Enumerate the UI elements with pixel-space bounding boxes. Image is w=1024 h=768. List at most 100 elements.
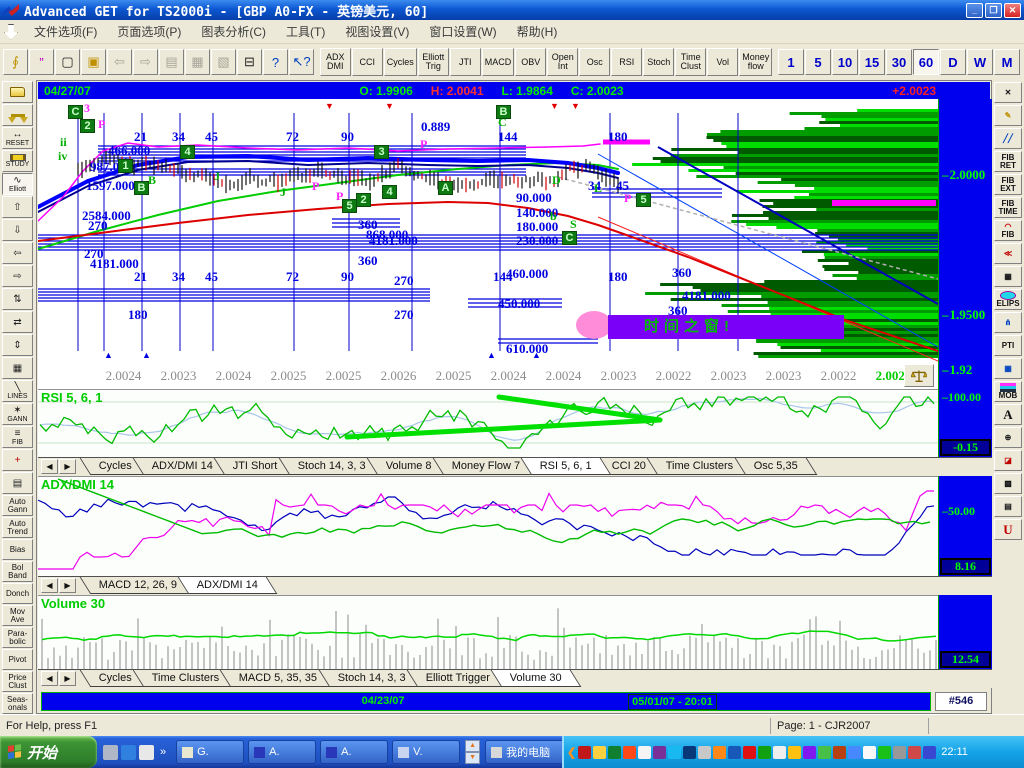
menu-item-6[interactable]: 窗口设置(W) xyxy=(419,19,506,44)
tab-scroll-right-icon[interactable]: ▶ xyxy=(59,578,76,593)
timeframe-button-1[interactable]: 1 xyxy=(778,49,804,75)
quicklaunch-icon-2[interactable] xyxy=(121,745,136,760)
magnet-icon[interactable]: U xyxy=(994,519,1022,540)
study-button-mov-ave[interactable]: Mov Ave xyxy=(2,605,33,626)
compress-icon[interactable]: ⇕ xyxy=(2,334,33,356)
volume-plot-area[interactable]: Volume 30 xyxy=(38,595,938,669)
indicator-button-money-flow[interactable]: Money flow xyxy=(739,48,772,76)
tray-icon-18[interactable] xyxy=(833,746,846,759)
fib-extension-icon[interactable]: FIB EXT xyxy=(994,174,1022,195)
task-button-4[interactable]: V. xyxy=(392,740,460,764)
tab-scroll-left-icon[interactable]: ◀ xyxy=(41,578,58,593)
tab-scroll-left-icon[interactable]: ◀ xyxy=(41,459,58,474)
tray-icon-14[interactable] xyxy=(773,746,786,759)
fib-retracement-icon[interactable]: FIB RET xyxy=(994,151,1022,172)
study-button-seas--onals[interactable]: Seas- onals xyxy=(2,693,33,714)
delete-tool-icon[interactable]: ✕ xyxy=(994,82,1022,103)
date-scroll-bar[interactable]: 04/23/07 05/01/07 - 20:01 xyxy=(41,692,931,711)
tray-icon-2[interactable] xyxy=(593,746,606,759)
volume-panel[interactable]: Volume 30 12.54 xyxy=(38,595,992,669)
fib-circle-icon[interactable]: ◠FIB xyxy=(994,220,1022,241)
indicator-button-stoch[interactable]: Stoch xyxy=(643,48,674,76)
lines-icon[interactable]: ╲LINES xyxy=(2,380,33,402)
indicator-button-rsi[interactable]: RSI xyxy=(611,48,642,76)
study-button-donch[interactable]: Donch xyxy=(2,583,33,604)
tab-rsi-5-6-1[interactable]: RSI 5, 6, 1 xyxy=(521,458,612,475)
tab-volume-30[interactable]: Volume 30 xyxy=(491,670,582,687)
new-page-icon[interactable]: ▢ xyxy=(55,49,80,75)
tab-osc-5-35[interactable]: Osc 5,35 xyxy=(734,458,817,475)
arrow-up-icon[interactable]: ⇧ xyxy=(2,196,33,218)
grid-dots-icon[interactable]: ▦ xyxy=(2,357,33,379)
adx-panel[interactable]: ADX/DMI 14 50.00 8.16 xyxy=(38,476,992,576)
pages-icon[interactable]: ▤ xyxy=(994,496,1022,517)
eraser-icon[interactable]: ◪ xyxy=(994,450,1022,471)
properties-icon[interactable]: ▤ xyxy=(2,472,33,494)
tray-collapse-icon[interactable]: ❮ xyxy=(567,746,576,759)
ellipse-icon[interactable]: ELIPS xyxy=(994,289,1022,310)
arrow-right-icon[interactable]: ⇨ xyxy=(2,265,33,287)
pti-icon[interactable]: PTI xyxy=(994,335,1022,356)
pin-icon[interactable] xyxy=(4,24,18,40)
price-plot-area[interactable]: 时间之窗! 21344572900.8891441802134457290144… xyxy=(38,99,938,363)
study-button-pivot[interactable]: Pivot xyxy=(2,649,33,670)
task-button-3[interactable]: A. xyxy=(320,740,388,764)
tray-icon-22[interactable] xyxy=(893,746,906,759)
tray-icon-12[interactable] xyxy=(743,746,756,759)
tray-icon-11[interactable] xyxy=(728,746,741,759)
tab-scroll-right-icon[interactable]: ▶ xyxy=(59,459,76,474)
context-help-icon[interactable]: ↖? xyxy=(289,49,314,75)
rsi-panel[interactable]: RSI 5, 6, 1 100.00 -0.15 xyxy=(38,389,992,457)
close-button[interactable]: ✕ xyxy=(1004,3,1021,18)
task-button-2[interactable]: A. xyxy=(248,740,316,764)
quote-icon[interactable]: ” xyxy=(29,49,54,75)
rsi-plot-area[interactable]: RSI 5, 6, 1 xyxy=(38,389,938,457)
scales-icon[interactable] xyxy=(2,104,33,126)
expand-horizontal-icon[interactable]: ⇄ xyxy=(2,311,33,333)
tray-icon-19[interactable] xyxy=(848,746,861,759)
indicator-button-elliott-trig[interactable]: Elliott Trig xyxy=(418,48,449,76)
mob-icon[interactable]: MOB xyxy=(994,381,1022,402)
timeframe-button-30[interactable]: 30 xyxy=(886,49,912,75)
menu-item-1[interactable]: 文件选项(F) xyxy=(24,19,107,44)
reset-icon[interactable]: ↔RESET xyxy=(2,127,33,149)
tray-icon-1[interactable] xyxy=(578,746,591,759)
start-button[interactable]: 开始 xyxy=(0,736,97,768)
menu-item-7[interactable]: 帮助(H) xyxy=(507,19,568,44)
timeframe-button-5[interactable]: 5 xyxy=(805,49,831,75)
indicator-button-jti[interactable]: JTI xyxy=(450,48,481,76)
tray-icon-5[interactable] xyxy=(638,746,651,759)
arrow-left-icon[interactable]: ⇦ xyxy=(2,242,33,264)
timeframe-button-15[interactable]: 15 xyxy=(859,49,885,75)
study-button-auto-trend[interactable]: Auto Trend xyxy=(2,517,33,538)
study-button-price-clust[interactable]: Price Clust xyxy=(2,671,33,692)
expand-vertical-icon[interactable]: ⇅ xyxy=(2,288,33,310)
indicator-button-cci[interactable]: CCI xyxy=(352,48,383,76)
indicator-button-vol[interactable]: Vol xyxy=(707,48,738,76)
tray-icon-4[interactable] xyxy=(623,746,636,759)
tray-icon-20[interactable] xyxy=(863,746,876,759)
grid-tool-icon[interactable]: ▦ xyxy=(994,266,1022,287)
tray-icon-21[interactable] xyxy=(878,746,891,759)
minimize-button[interactable]: _ xyxy=(966,3,983,18)
help-icon[interactable]: ? xyxy=(263,49,288,75)
pencil-icon[interactable]: ✎ xyxy=(994,105,1022,126)
tray-icon-8[interactable] xyxy=(683,746,696,759)
arrow-down-icon[interactable]: ⇩ xyxy=(2,219,33,241)
menu-item-4[interactable]: 工具(T) xyxy=(276,19,335,44)
adx-plot-area[interactable]: ADX/DMI 14 xyxy=(38,476,938,576)
study-button-auto-gann[interactable]: Auto Gann xyxy=(2,495,33,516)
study-button-para--bolic[interactable]: Para- bolic xyxy=(2,627,33,648)
indicator-button-osc[interactable]: Osc xyxy=(579,48,610,76)
tray-icon-9[interactable] xyxy=(698,746,711,759)
task-button-1[interactable]: G. xyxy=(176,740,244,764)
indicator-button-time-clust[interactable]: Time Clust xyxy=(675,48,706,76)
tab-adx-dmi-14[interactable]: ADX/DMI 14 xyxy=(178,577,278,594)
timeframe-button-M[interactable]: M xyxy=(994,49,1020,75)
timeframe-button-W[interactable]: W xyxy=(967,49,993,75)
tray-icon-3[interactable] xyxy=(608,746,621,759)
study-button-bias[interactable]: Bias xyxy=(2,539,33,560)
taskbar-scroll-control[interactable]: ▲▼ xyxy=(465,740,480,764)
pattern-icon[interactable]: ▩ xyxy=(994,473,1022,494)
tray-icon-13[interactable] xyxy=(758,746,771,759)
